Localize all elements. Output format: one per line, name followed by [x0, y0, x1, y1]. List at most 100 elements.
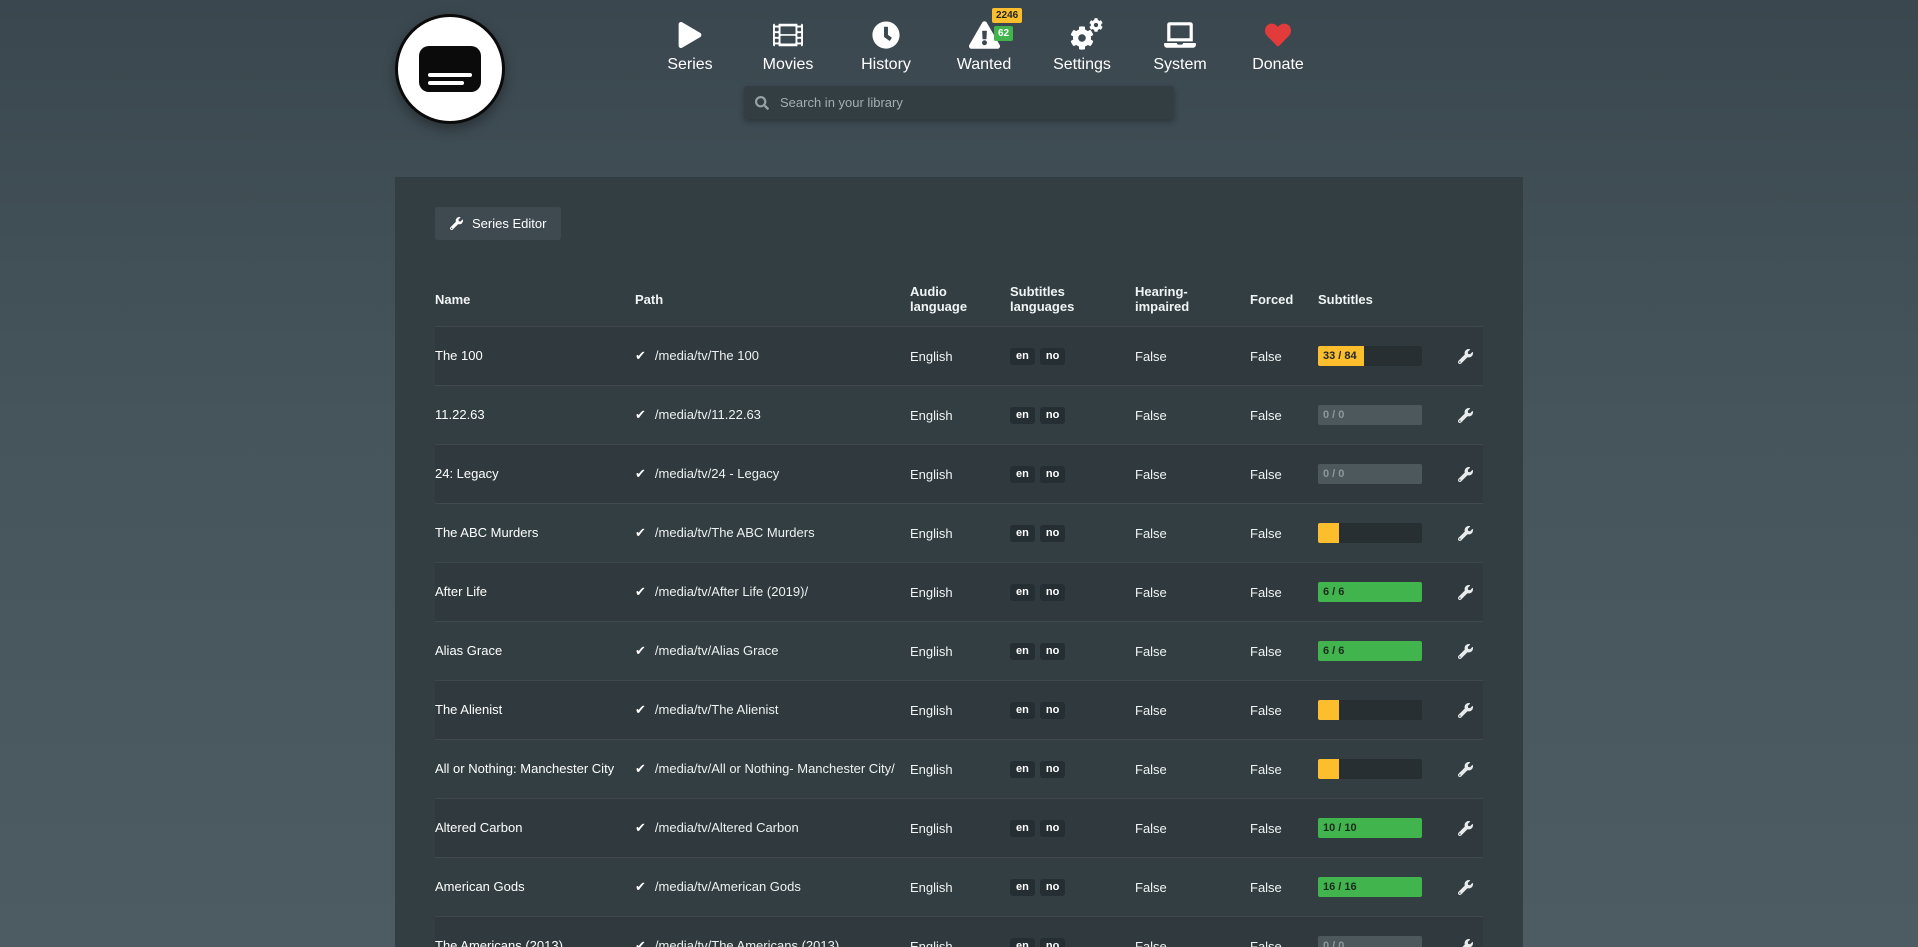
subtitle-language-badge: en — [1010, 938, 1035, 947]
subtitle-language-badge: no — [1040, 938, 1065, 947]
nav-item-wanted[interactable]: 2246 62 Wanted — [953, 18, 1015, 74]
check-icon: ✔ — [635, 466, 646, 482]
subtitle-language-badge: en — [1010, 820, 1035, 837]
series-path: /media/tv/American Gods — [655, 879, 801, 895]
subtitles-progress-cell — [1318, 759, 1438, 779]
subtitle-language-badge: no — [1040, 407, 1065, 424]
nav-item-history[interactable]: History — [855, 18, 917, 74]
subtitle-language-badge: en — [1010, 407, 1035, 424]
series-name-link[interactable]: 24: Legacy — [435, 466, 635, 482]
table-row: The ABC Murders ✔ /media/tv/The ABC Murd… — [435, 503, 1483, 562]
audio-language-value: English — [910, 703, 1010, 718]
edit-series-button[interactable] — [1458, 349, 1473, 364]
table-row: Altered Carbon ✔ /media/tv/Altered Carbo… — [435, 798, 1483, 857]
subtitles-languages-cell: enno — [1010, 348, 1135, 365]
forced-value: False — [1250, 349, 1318, 364]
actions-cell — [1438, 526, 1483, 541]
edit-series-button[interactable] — [1458, 408, 1473, 423]
subtitles-progress-text: 0 / 0 — [1323, 409, 1344, 421]
check-icon: ✔ — [635, 938, 646, 947]
forced-value: False — [1250, 703, 1318, 718]
nav-item-donate[interactable]: Donate — [1247, 18, 1309, 74]
series-path-cell: ✔ /media/tv/Altered Carbon — [635, 820, 910, 836]
nav-item-movies[interactable]: Movies — [757, 18, 819, 74]
series-path-cell: ✔ /media/tv/The Alienist — [635, 702, 910, 718]
main-nav: Series Movies History — [420, 18, 1548, 74]
subtitles-progress-bar — [1318, 700, 1422, 720]
check-icon: ✔ — [635, 407, 646, 423]
series-path-cell: ✔ /media/tv/The Americans (2013) — [635, 938, 910, 947]
series-editor-button[interactable]: Series Editor — [435, 207, 561, 240]
table-row: Alias Grace ✔ /media/tv/Alias Grace Engl… — [435, 621, 1483, 680]
subtitles-progress-bar: 0 / 0 — [1318, 936, 1422, 947]
edit-series-button[interactable] — [1458, 762, 1473, 777]
series-name-link[interactable]: Altered Carbon — [435, 820, 635, 836]
subtitle-language-badge: en — [1010, 702, 1035, 719]
play-icon — [671, 18, 709, 52]
actions-cell — [1438, 880, 1483, 895]
wanted-series-count-badge: 2246 — [992, 8, 1022, 23]
edit-series-button[interactable] — [1458, 644, 1473, 659]
subtitles-languages-cell: enno — [1010, 525, 1135, 542]
search-input[interactable] — [778, 94, 1163, 111]
audio-language-value: English — [910, 762, 1010, 777]
series-path: /media/tv/24 - Legacy — [655, 466, 779, 482]
series-name-link[interactable]: The 100 — [435, 348, 635, 364]
hearing-impaired-value: False — [1135, 349, 1250, 364]
series-name-link[interactable]: All or Nothing: Manchester City — [435, 761, 635, 777]
table-row: The 100 ✔ /media/tv/The 100 English enno… — [435, 326, 1483, 385]
nav-item-settings[interactable]: Settings — [1051, 18, 1113, 74]
main-content: Series Editor Name Path Audio language S… — [0, 177, 1918, 947]
hearing-impaired-value: False — [1135, 644, 1250, 659]
wrench-icon — [1458, 467, 1473, 482]
series-name-link[interactable]: After Life — [435, 584, 635, 600]
subtitles-languages-cell: enno — [1010, 643, 1135, 660]
subtitles-progress-text: 16 / 16 — [1323, 881, 1357, 893]
subtitle-language-badge: no — [1040, 348, 1065, 365]
edit-series-button[interactable] — [1458, 880, 1473, 895]
series-name-link[interactable]: 11.22.63 — [435, 407, 635, 423]
hearing-impaired-value: False — [1135, 880, 1250, 895]
series-name-link[interactable]: The Americans (2013) — [435, 938, 635, 947]
series-path-cell: ✔ /media/tv/The 100 — [635, 348, 910, 364]
subtitle-language-badge: no — [1040, 584, 1065, 601]
subtitles-progress-text: 0 / 0 — [1323, 468, 1344, 480]
edit-series-button[interactable] — [1458, 939, 1473, 947]
subtitle-language-badge: no — [1040, 643, 1065, 660]
subtitles-progress-bar: 10 / 10 — [1318, 818, 1422, 838]
edit-series-button[interactable] — [1458, 585, 1473, 600]
series-name-link[interactable]: American Gods — [435, 879, 635, 895]
subtitles-languages-cell: enno — [1010, 466, 1135, 483]
hearing-impaired-value: False — [1135, 467, 1250, 482]
series-path-cell: ✔ /media/tv/Alias Grace — [635, 643, 910, 659]
subtitles-languages-cell: enno — [1010, 584, 1135, 601]
subtitles-progress-text: 33 / 84 — [1323, 350, 1357, 362]
actions-cell — [1438, 821, 1483, 836]
series-path: /media/tv/After Life (2019)/ — [655, 584, 808, 600]
forced-value: False — [1250, 467, 1318, 482]
audio-language-value: English — [910, 467, 1010, 482]
series-name-link[interactable]: The ABC Murders — [435, 525, 635, 541]
edit-series-button[interactable] — [1458, 467, 1473, 482]
edit-series-button[interactable] — [1458, 526, 1473, 541]
nav-item-system[interactable]: System — [1149, 18, 1211, 74]
subtitles-progress-bar: 16 / 16 — [1318, 877, 1422, 897]
subtitles-progress-bar: 0 / 0 — [1318, 405, 1422, 425]
edit-series-button[interactable] — [1458, 703, 1473, 718]
series-path: /media/tv/The 100 — [655, 348, 759, 364]
subtitle-language-badge: en — [1010, 348, 1035, 365]
audio-language-value: English — [910, 349, 1010, 364]
subtitles-languages-cell: enno — [1010, 761, 1135, 778]
series-path-cell: ✔ /media/tv/11.22.63 — [635, 407, 910, 423]
check-icon: ✔ — [635, 643, 646, 659]
check-icon: ✔ — [635, 761, 646, 777]
series-table-body: The 100 ✔ /media/tv/The 100 English enno… — [435, 326, 1483, 947]
forced-value: False — [1250, 762, 1318, 777]
series-name-link[interactable]: The Alienist — [435, 702, 635, 718]
series-name-link[interactable]: Alias Grace — [435, 643, 635, 659]
series-path: /media/tv/The Americans (2013) — [655, 938, 839, 947]
subtitle-language-badge: no — [1040, 879, 1065, 896]
series-path-cell: ✔ /media/tv/American Gods — [635, 879, 910, 895]
edit-series-button[interactable] — [1458, 821, 1473, 836]
nav-item-series[interactable]: Series — [659, 18, 721, 74]
